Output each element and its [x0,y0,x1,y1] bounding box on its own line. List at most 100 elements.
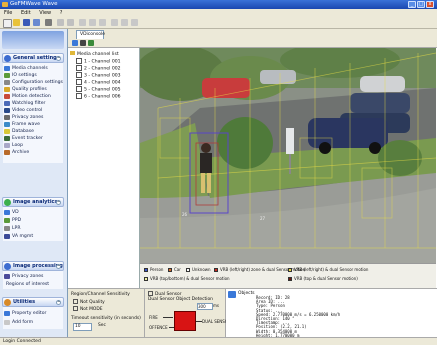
collapse-icon[interactable]: ^ [56,200,61,205]
logic-block[interactable] [174,311,196,331]
record-icon[interactable] [80,40,86,46]
nav-frame-wave[interactable]: Frame wave [4,121,40,128]
play-icon[interactable] [88,40,94,46]
tree-item[interactable]: 3 - Channel 003 [76,72,121,79]
main-toolbar [0,17,437,29]
channel-checkbox[interactable] [76,86,82,92]
nav-event-tracker[interactable]: Event tracker [4,135,43,142]
nav-loop[interactable]: Loop [4,142,23,149]
nav-privacy-zones-2[interactable]: Privacy zones [4,273,43,280]
video-view[interactable]: 26 27 [140,48,436,263]
maximize-button[interactable]: □ [417,1,425,8]
nav-archive[interactable]: Archive [4,149,29,156]
save-icon[interactable] [23,19,30,26]
tree-item[interactable]: 4 - Channel 004 [76,79,121,86]
channel-checkbox[interactable] [76,58,82,64]
menu-help[interactable]: ? [60,10,63,16]
nav-vd[interactable]: VD [4,209,19,216]
save-all-icon[interactable] [33,19,40,26]
redo-icon[interactable] [67,19,74,26]
zone-label-b: 27 [260,216,266,221]
nav-privacy-zones[interactable]: Privacy zones [4,114,43,121]
nav-ppd[interactable]: PPD [4,217,21,224]
close-button[interactable]: x [426,1,434,8]
delay-spinner[interactable]: 300 [197,303,213,310]
grid-icon[interactable] [131,19,138,26]
window-titlebar: GeFMWave Wave _ □ x [0,0,437,9]
navigation-panel: General settings ^ Media channels IO set… [0,29,68,337]
section-image-processing[interactable]: Image processing ^ [2,261,64,271]
nav-database[interactable]: Database [4,128,34,135]
menu-edit[interactable]: Edit [21,10,31,16]
nav-video-control[interactable]: Video control [4,107,42,114]
nav-motion-detection[interactable]: Motion detection [4,93,51,100]
channel-tree: Media channel list 1 - Channel 001 2 - C… [68,48,140,288]
nav-io-settings[interactable]: IO settings [4,72,37,79]
collapse-icon[interactable]: ^ [56,300,61,305]
undo-icon[interactable] [57,19,64,26]
property-icon [4,311,10,316]
section-general-settings[interactable]: General settings ^ [2,53,64,63]
tree-item[interactable]: 1 - Channel 001 [76,58,121,65]
frame-icon [4,122,10,127]
bottom-panel: Region/Channel Sensitivity Not Quality N… [68,288,437,338]
checkbox-icon[interactable] [73,299,78,304]
tab-vdconsole[interactable]: VDiconsole [76,30,105,39]
checkbox-icon[interactable] [73,306,78,311]
nav-configuration[interactable]: Configuration settings [4,79,63,86]
form-icon [4,320,10,325]
objects-icon [228,291,236,298]
legend: Person Car Unknown VRB (left/right) zone… [140,263,436,288]
cut-icon[interactable] [79,19,86,26]
legend-vrb-top: VRB (top & dual Sensor motion) [288,276,358,282]
zoom-out-icon[interactable] [121,19,128,26]
paste-icon[interactable] [99,19,106,26]
sensitivity-label: Region/Channel Sensitivity [71,292,130,297]
camera-icon[interactable] [72,40,78,46]
channel-checkbox[interactable] [76,72,82,78]
section-image-analytics[interactable]: Image analytics ^ [2,197,64,207]
collapse-icon[interactable]: ^ [56,56,61,61]
menu-bar: File Edit View ? [0,9,437,17]
new-icon[interactable] [3,19,12,28]
tree-item[interactable]: 6 - Channel 006 [76,93,121,100]
menu-file[interactable]: File [4,10,12,16]
va-icon [4,234,10,239]
swatch-vrb-lr [288,268,292,272]
nav-watchlog-filter[interactable]: Watchlog filter [4,100,45,107]
option-not-mode[interactable]: Not MODE [73,306,103,312]
nav-regions-of-interest[interactable]: Regions of interest [4,281,49,288]
menu-view[interactable]: View [39,10,51,16]
option-not-quality[interactable]: Not Quality [73,299,105,305]
privacy-icon [4,274,10,279]
dual-sensor-detection-label: Dual Sensor Object Detection [148,297,213,302]
zoom-in-icon[interactable] [111,19,118,26]
copy-icon[interactable] [89,19,96,26]
minimize-button[interactable]: _ [408,1,416,8]
car-red [202,78,250,98]
channel-checkbox[interactable] [76,79,82,85]
collapse-icon[interactable]: ^ [56,264,61,269]
timeout-input[interactable]: 10 [73,323,92,331]
checkbox-icon[interactable] [148,291,153,296]
open-folder-icon[interactable] [13,19,20,26]
nav-media-channels[interactable]: Media channels [4,65,48,72]
tree-item[interactable]: 2 - Channel 002 [76,65,121,72]
settings-icon[interactable] [45,19,52,26]
general-settings-icon [4,55,11,62]
nav-property-editor[interactable]: Property editor [4,310,46,317]
nav-quality-profiles[interactable]: Quality profiles [4,86,47,93]
nav-lpr[interactable]: LPR [4,225,21,232]
tree-root[interactable]: Media channel list [70,51,119,58]
nav-va-mgmt[interactable]: VA mgmt [4,233,33,240]
channel-checkbox[interactable] [76,93,82,99]
nav-add-form[interactable]: Add form [4,319,33,326]
filter-icon [4,101,10,106]
swatch-vrb-lr-zone [214,268,218,272]
database-icon [4,129,10,134]
tree-item[interactable]: 5 - Channel 005 [76,86,121,93]
person-head [201,143,211,153]
legend-person: Person [144,267,163,273]
section-utilities[interactable]: Utilities ^ [2,297,64,307]
channel-checkbox[interactable] [76,65,82,71]
